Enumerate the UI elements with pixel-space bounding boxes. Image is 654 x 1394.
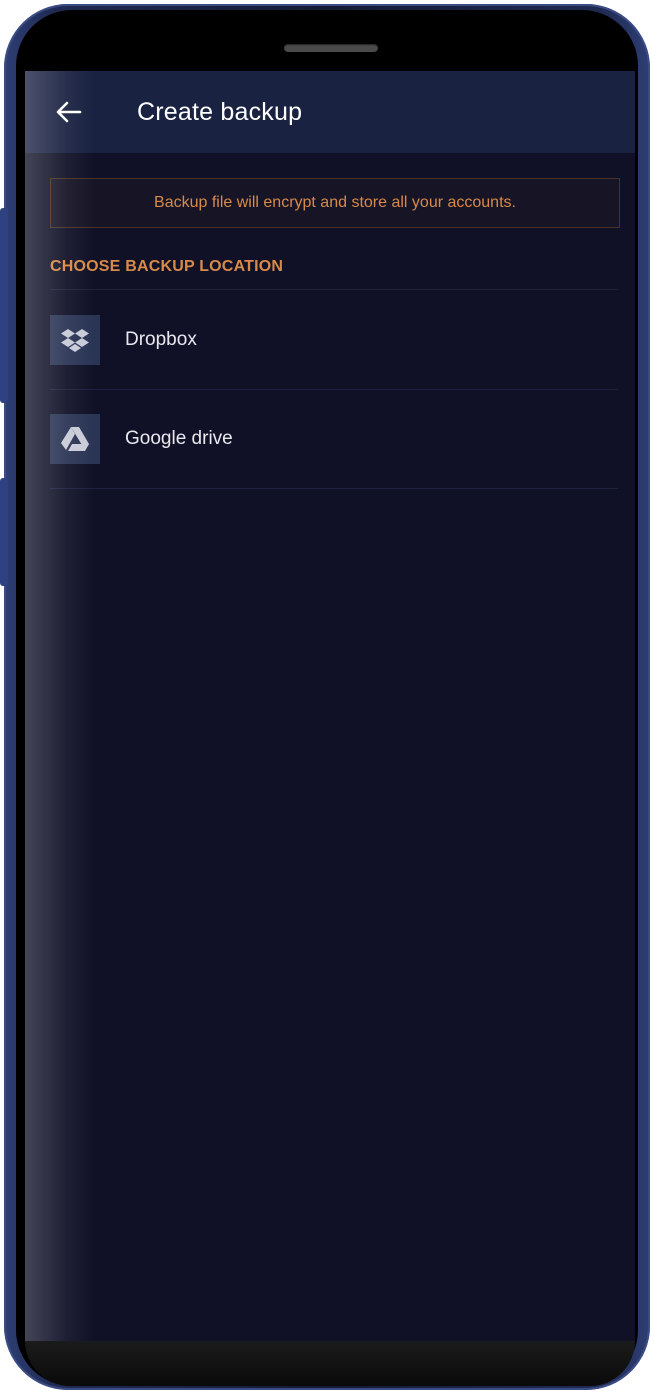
location-item-google-drive[interactable]: Google drive bbox=[50, 390, 618, 488]
volume-button bbox=[0, 208, 8, 403]
app-bar: Create backup bbox=[25, 71, 635, 153]
location-label: Dropbox bbox=[125, 329, 197, 350]
divider bbox=[50, 488, 618, 489]
screen: Create backup Backup file will encrypt a… bbox=[25, 71, 635, 1341]
arrow-left-icon bbox=[56, 101, 82, 123]
location-item-dropbox[interactable]: Dropbox bbox=[50, 291, 618, 389]
location-label: Google drive bbox=[125, 428, 233, 449]
dropbox-icon bbox=[50, 315, 100, 365]
page-title: Create backup bbox=[137, 97, 303, 126]
info-banner: Backup file will encrypt and store all y… bbox=[50, 178, 620, 228]
back-button[interactable] bbox=[39, 83, 97, 141]
section-heading: CHOOSE BACKUP LOCATION bbox=[50, 258, 284, 275]
bottom-bezel bbox=[25, 1341, 635, 1386]
info-banner-text: Backup file will encrypt and store all y… bbox=[154, 194, 516, 211]
earpiece-speaker bbox=[284, 44, 378, 52]
google-drive-icon bbox=[50, 414, 100, 464]
divider bbox=[50, 289, 618, 290]
power-button bbox=[0, 478, 8, 586]
